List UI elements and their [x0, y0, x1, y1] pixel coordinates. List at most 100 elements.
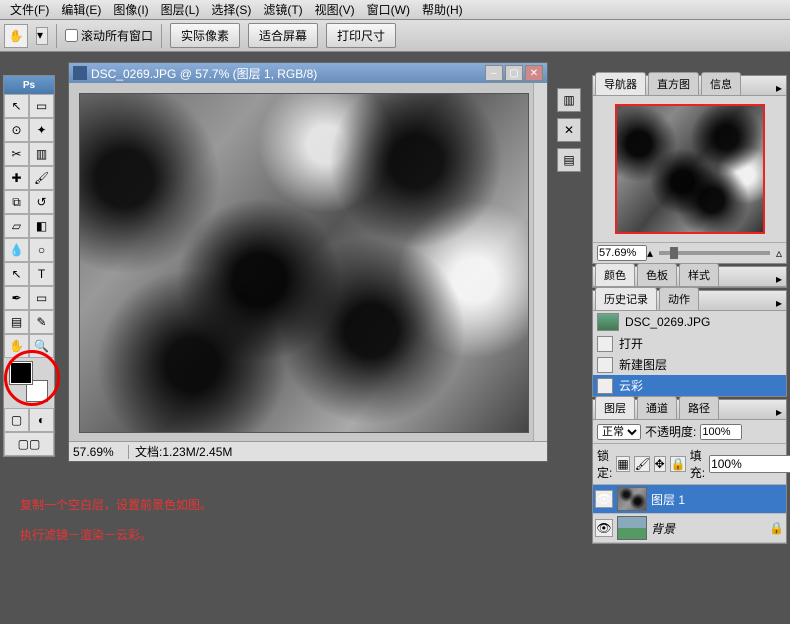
toolbox: Ps ↖ ▭ ⊙ ✦ ✂ ▥ ✚ 🖌 ⧉ ↺ ▱ ◧ 💧 ○ ↖ T ✒ ▭ ▤…: [3, 75, 55, 457]
slice-tool-icon[interactable]: ▥: [29, 142, 54, 166]
lock-image-icon[interactable]: 🖌: [634, 456, 650, 472]
layer-row[interactable]: 👁 背景 🔒: [593, 514, 786, 543]
navigator-zoom-input[interactable]: [597, 245, 647, 261]
fill-input[interactable]: [709, 455, 790, 473]
magic-wand-tool-icon[interactable]: ✦: [29, 118, 54, 142]
notes-tool-icon[interactable]: ▤: [4, 310, 29, 334]
path-tool-icon[interactable]: ↖: [4, 262, 29, 286]
menu-file[interactable]: 文件(F): [4, 0, 55, 20]
brushes-palette-icon[interactable]: ▥: [557, 88, 581, 112]
options-bar: ✋ ▾ 滚动所有窗口 实际像素 适合屏幕 打印尺寸: [0, 20, 790, 52]
opacity-input[interactable]: [700, 424, 742, 440]
blend-mode-select[interactable]: 正常: [597, 424, 641, 440]
menu-edit[interactable]: 编辑(E): [55, 0, 107, 20]
visibility-toggle-icon[interactable]: 👁: [595, 490, 613, 508]
marquee-tool-icon[interactable]: ▭: [29, 94, 54, 118]
history-thumb-icon: [597, 313, 619, 331]
eyedropper-tool-icon[interactable]: ✎: [29, 310, 54, 334]
type-tool-icon[interactable]: T: [29, 262, 54, 286]
menu-filter[interactable]: 滤镜(T): [257, 0, 308, 20]
shape-tool-icon[interactable]: ▭: [29, 286, 54, 310]
visibility-toggle-icon[interactable]: 👁: [595, 519, 613, 537]
panel-menu-icon[interactable]: ▸: [776, 81, 782, 95]
screen-mode-icon[interactable]: ▢▢: [4, 432, 54, 456]
history-snapshot-row[interactable]: DSC_0269.JPG: [593, 311, 786, 333]
tab-history[interactable]: 历史记录: [595, 287, 657, 310]
lock-transparency-icon[interactable]: ▦: [616, 456, 629, 472]
tab-navigator[interactable]: 导航器: [595, 72, 646, 95]
history-item-label: 打开: [619, 335, 643, 352]
tab-info[interactable]: 信息: [701, 72, 741, 95]
history-row[interactable]: 云彩: [593, 375, 786, 396]
menu-help[interactable]: 帮助(H): [416, 0, 469, 20]
foreground-color-swatch[interactable]: [10, 362, 32, 384]
stamp-tool-icon[interactable]: ⧉: [4, 190, 29, 214]
navigator-zoom-slider[interactable]: [659, 251, 770, 255]
eraser-tool-icon[interactable]: ▱: [4, 214, 29, 238]
tab-layers[interactable]: 图层: [595, 396, 635, 419]
lock-icon: 🔒: [769, 521, 784, 535]
healing-tool-icon[interactable]: ✚: [4, 166, 29, 190]
tab-actions[interactable]: 动作: [659, 287, 699, 310]
panel-menu-icon[interactable]: ▸: [776, 405, 782, 419]
tool-presets-palette-icon[interactable]: ✕: [557, 118, 581, 142]
menu-select[interactable]: 选择(S): [205, 0, 257, 20]
minimize-button[interactable]: –: [485, 65, 503, 81]
tab-channels[interactable]: 通道: [637, 396, 677, 419]
panel-menu-icon[interactable]: ▸: [776, 272, 782, 286]
tab-histogram[interactable]: 直方图: [648, 72, 699, 95]
actual-pixels-button[interactable]: 实际像素: [170, 23, 240, 48]
history-step-icon: [597, 357, 613, 373]
lasso-tool-icon[interactable]: ⊙: [4, 118, 29, 142]
close-button[interactable]: ✕: [525, 65, 543, 81]
scroll-all-windows-checkbox[interactable]: 滚动所有窗口: [65, 27, 153, 44]
tab-styles[interactable]: 样式: [679, 263, 719, 286]
layer-name-label[interactable]: 背景: [651, 520, 765, 537]
zoom-tool-icon[interactable]: 🔍: [29, 334, 54, 358]
layer-thumbnail[interactable]: [617, 487, 647, 511]
tab-color[interactable]: 颜色: [595, 263, 635, 286]
history-brush-tool-icon[interactable]: ↺: [29, 190, 54, 214]
standard-mode-icon[interactable]: ▢: [4, 408, 29, 432]
history-row[interactable]: 新建图层: [593, 354, 786, 375]
brush-tool-icon[interactable]: 🖌: [29, 166, 54, 190]
zoom-in-icon[interactable]: ▵: [776, 246, 782, 260]
maximize-button[interactable]: ▢: [505, 65, 523, 81]
canvas[interactable]: [79, 93, 529, 433]
navigator-thumbnail[interactable]: [615, 104, 765, 234]
zoom-level-input[interactable]: 57.69%: [69, 445, 129, 459]
history-item-label: 云彩: [619, 377, 643, 394]
blur-tool-icon[interactable]: 💧: [4, 238, 29, 262]
layer-thumbnail[interactable]: [617, 516, 647, 540]
layer-name-label[interactable]: 图层 1: [651, 491, 784, 508]
hand-tool-icon[interactable]: ✋: [4, 334, 29, 358]
document-titlebar[interactable]: DSC_0269.JPG @ 57.7% (图层 1, RGB/8) – ▢ ✕: [69, 63, 547, 83]
tool-preset-dropdown[interactable]: ▾: [36, 27, 48, 45]
panel-menu-icon[interactable]: ▸: [776, 296, 782, 310]
zoom-out-icon[interactable]: ▴: [647, 246, 653, 260]
lock-all-icon[interactable]: 🔒: [670, 456, 686, 472]
crop-tool-icon[interactable]: ✂: [4, 142, 29, 166]
quickmask-mode-icon[interactable]: ◐: [29, 408, 54, 432]
layer-row[interactable]: 👁 图层 1: [593, 485, 786, 514]
lock-position-icon[interactable]: ✥: [654, 456, 666, 472]
tab-paths[interactable]: 路径: [679, 396, 719, 419]
menu-window[interactable]: 窗口(W): [361, 0, 416, 20]
layer-comps-palette-icon[interactable]: ▤: [557, 148, 581, 172]
vertical-scrollbar[interactable]: [533, 83, 547, 441]
history-item-label: DSC_0269.JPG: [625, 315, 710, 329]
print-size-button[interactable]: 打印尺寸: [326, 23, 396, 48]
menu-layer[interactable]: 图层(L): [155, 0, 206, 20]
move-tool-icon[interactable]: ↖: [4, 94, 29, 118]
dodge-tool-icon[interactable]: ○: [29, 238, 54, 262]
scroll-all-checkbox-input[interactable]: [65, 29, 78, 42]
hand-tool-icon[interactable]: ✋: [4, 24, 28, 48]
gradient-tool-icon[interactable]: ◧: [29, 214, 54, 238]
pen-tool-icon[interactable]: ✒: [4, 286, 29, 310]
fit-screen-button[interactable]: 适合屏幕: [248, 23, 318, 48]
tab-swatches[interactable]: 色板: [637, 263, 677, 286]
history-row[interactable]: 打开: [593, 333, 786, 354]
dock-toolbar: ▥ ✕ ▤: [557, 88, 583, 178]
menu-view[interactable]: 视图(V): [309, 0, 361, 20]
menu-image[interactable]: 图像(I): [107, 0, 154, 20]
